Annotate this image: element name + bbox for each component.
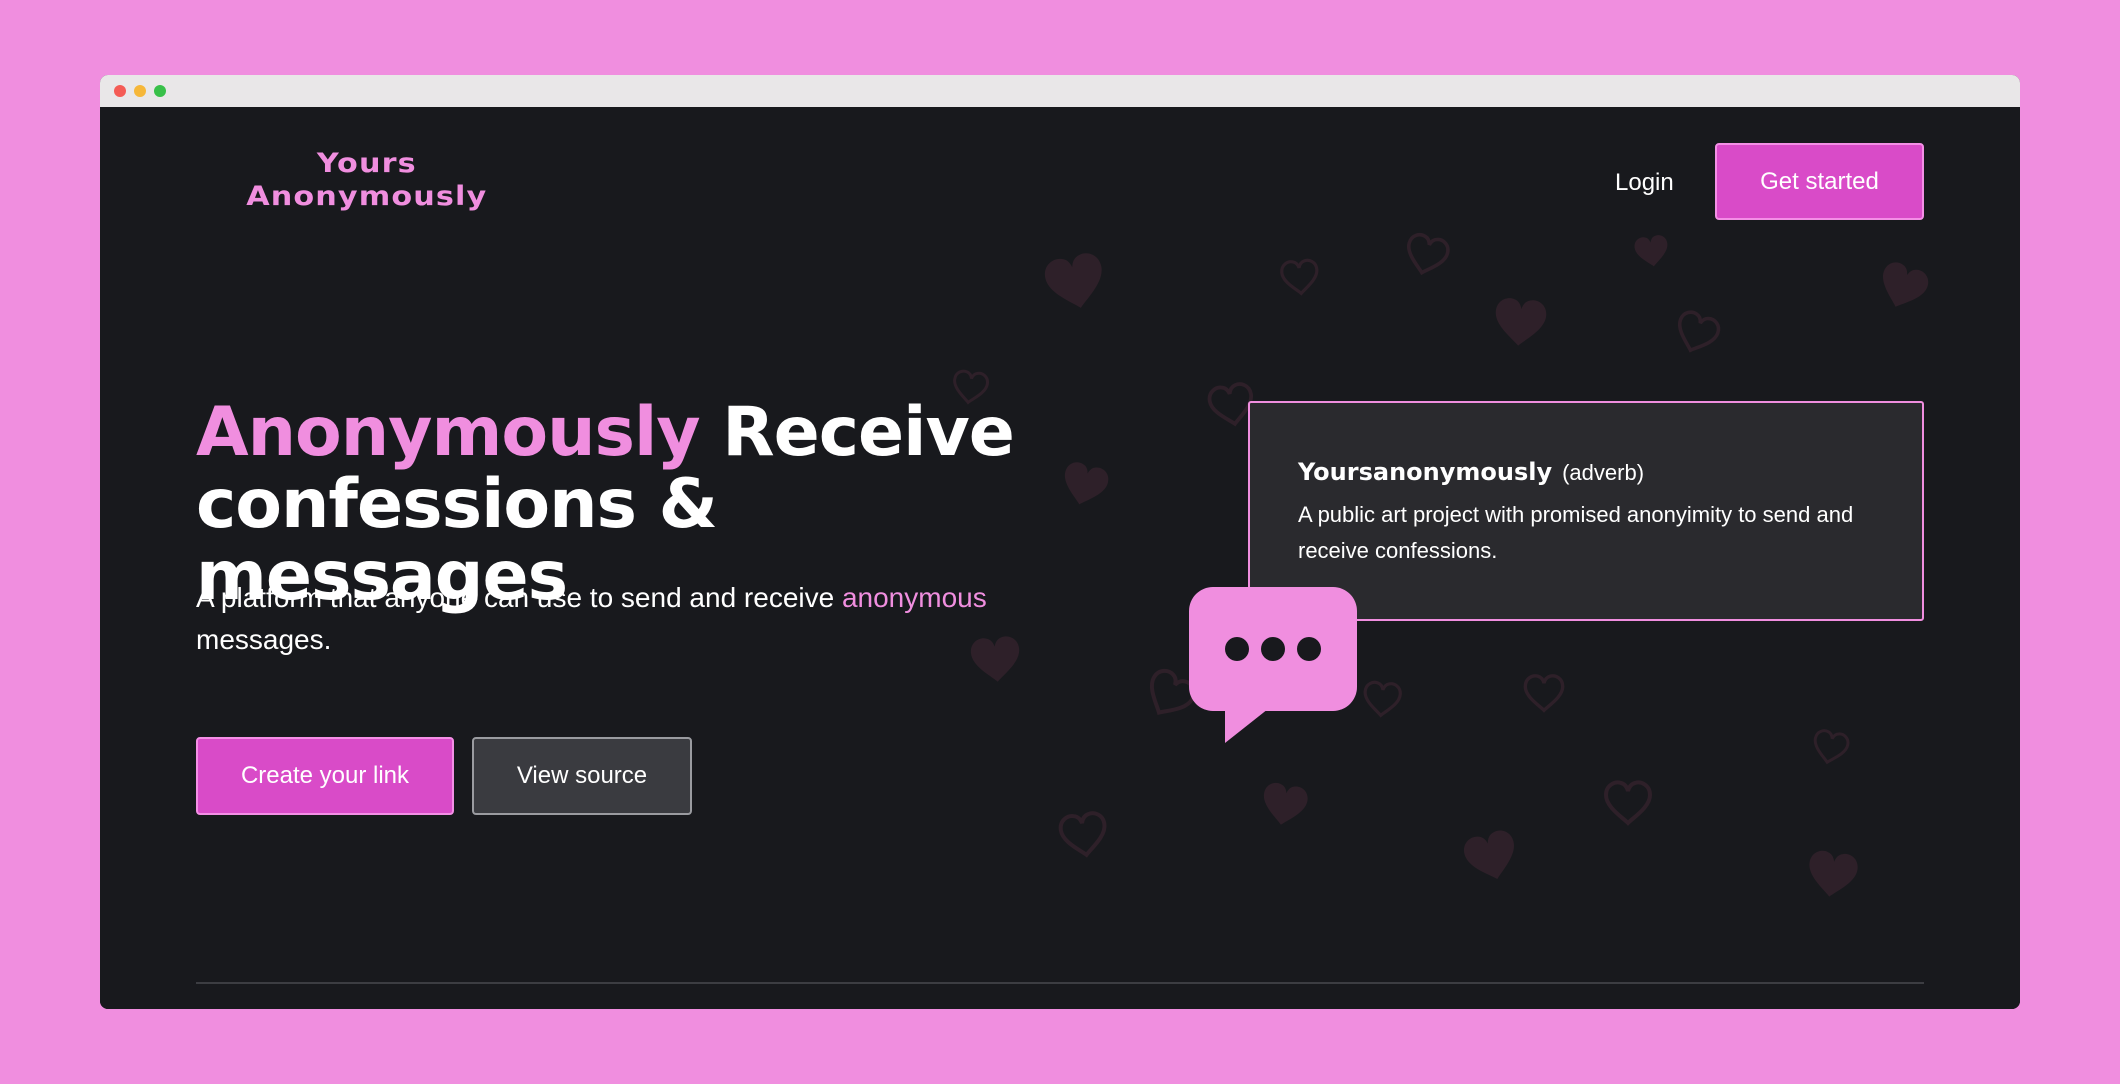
view-source-button[interactable]: View source — [472, 737, 692, 815]
heart-icon — [1809, 727, 1852, 768]
get-started-button[interactable]: Get started — [1715, 143, 1924, 220]
maximize-window-button[interactable] — [154, 85, 166, 97]
definition-word: Yoursanonymously — [1298, 458, 1553, 486]
heart-icon — [1633, 233, 1671, 269]
page-viewport: Yours Anonymously Login Get started Anon… — [100, 107, 2020, 1009]
heart-icon — [1259, 781, 1310, 829]
definition-text: A public art project with promised anony… — [1298, 502, 1854, 563]
close-window-button[interactable] — [114, 85, 126, 97]
heart-icon — [1361, 679, 1403, 719]
heart-icon — [1670, 307, 1724, 359]
definition-title-row: Yoursanonymously (adverb) — [1298, 458, 1644, 486]
minimize-window-button[interactable] — [134, 85, 146, 97]
heart-icon — [1604, 780, 1652, 825]
heart-icon — [1523, 674, 1565, 712]
heart-icon — [1400, 230, 1453, 280]
subtitle-accent: anonymous — [841, 582, 987, 613]
heart-icon — [1460, 827, 1522, 886]
subtitle-end: messages. — [196, 624, 332, 655]
logo-line-anonymously: Anonymously — [246, 181, 488, 212]
login-link[interactable]: Login — [1615, 165, 1674, 201]
browser-window: Yours Anonymously Login Get started Anon… — [100, 75, 2020, 1009]
headline-line1-rest: Receive — [699, 393, 1015, 472]
headline-accent: Anonymously — [196, 393, 701, 472]
heart-icon — [1873, 258, 1932, 315]
site-logo[interactable]: Yours Anonymously — [196, 147, 538, 217]
chat-bubble-ellipsis-icon — [1189, 587, 1357, 743]
create-link-button[interactable]: Create your link — [196, 737, 454, 815]
section-divider — [196, 982, 1924, 984]
heart-icon — [1057, 809, 1111, 860]
subtitle-text: A platform that anyone can use to send a… — [196, 582, 842, 613]
heart-icon — [1279, 257, 1321, 297]
heart-icon — [1492, 297, 1548, 348]
definition-part-of-speech: (adverb) — [1562, 460, 1645, 485]
heart-icon — [1805, 849, 1860, 900]
hero-subtitle: A platform that anyone can use to send a… — [196, 577, 1056, 661]
heart-icon — [1041, 250, 1109, 314]
logo-line-yours: Yours — [316, 148, 417, 179]
browser-titlebar — [100, 75, 2020, 107]
